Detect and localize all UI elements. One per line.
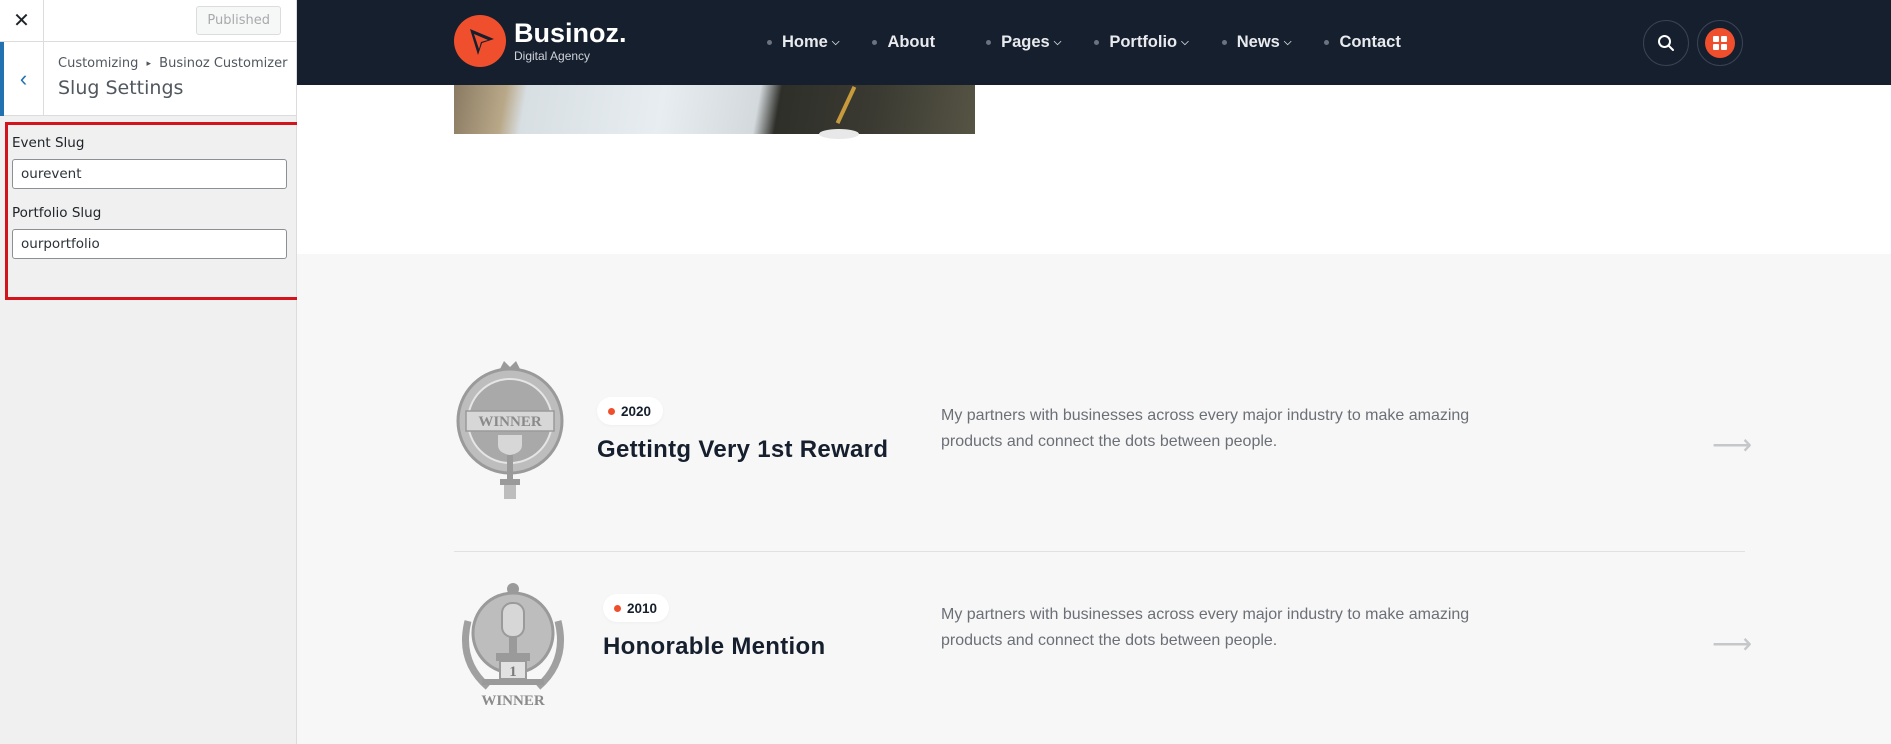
- close-icon[interactable]: ✕: [0, 0, 44, 42]
- customizer-sidebar: ✕ Published ‹ Customizing ▸ Businoz Cust…: [0, 0, 303, 744]
- chevron-left-icon[interactable]: ‹: [0, 42, 44, 116]
- grid-menu-icon: [1705, 28, 1735, 58]
- nav-dot: [1324, 40, 1330, 45]
- brand-name: Businoz.: [514, 17, 627, 48]
- site-logo[interactable]: Businoz. Digital Agency: [454, 15, 627, 67]
- nav-dot: [767, 40, 772, 45]
- breadcrumb-root: Customizing: [58, 56, 139, 71]
- customizer-topbar: ✕ Published: [0, 0, 296, 42]
- breadcrumb: Customizing ▸ Businoz Customizer: [58, 56, 287, 71]
- portfolio-slug-label: Portfolio Slug: [12, 205, 102, 221]
- grid-menu-button[interactable]: [1697, 20, 1743, 66]
- nav-label: News: [1236, 33, 1280, 51]
- award-item: WINNER 2020 Gettintg Very 1st Reward My …: [454, 359, 1752, 552]
- nav-label: Portfolio: [1109, 33, 1178, 51]
- awards-section: WINNER 2020 Gettintg Very 1st Reward My …: [297, 254, 1891, 744]
- published-button[interactable]: Published: [196, 6, 281, 35]
- nav-label: Pages: [1001, 33, 1050, 51]
- badge-number: 1: [509, 664, 517, 680]
- photo-detail: [819, 129, 859, 139]
- year-badge: 2010: [603, 594, 670, 622]
- winner-crest-icon: WINNER: [456, 361, 564, 499]
- badge-text: WINNER: [478, 414, 542, 430]
- nav-item-portfolio[interactable]: Portfolio ⌵: [1094, 33, 1189, 52]
- breadcrumb-separator: ▸: [146, 59, 152, 69]
- chevron-down-icon: ⌵: [831, 37, 840, 48]
- chevron-down-icon: ⌵: [1181, 37, 1189, 48]
- arrow-right-icon[interactable]: ⟶: [1712, 627, 1752, 660]
- main-nav: Home ⌵ About Pages ⌵ Portfolio ⌵ News ⌵ Cont…: [767, 0, 1434, 85]
- nav-dot: [1221, 40, 1227, 45]
- section-title: Slug Settings: [58, 77, 184, 99]
- award-title: Gettintg Very 1st Reward: [597, 436, 889, 463]
- section-header: ‹ Customizing ▸ Businoz Customizer Slug …: [0, 42, 296, 116]
- nav-dot: [872, 40, 878, 45]
- event-slug-input[interactable]: [12, 159, 287, 189]
- award-title: Honorable Mention: [603, 633, 826, 660]
- logo-mark-icon: [454, 15, 506, 67]
- nav-item-about[interactable]: About: [872, 33, 935, 52]
- nav-dot: [986, 40, 992, 45]
- portfolio-slug-input[interactable]: [12, 229, 287, 259]
- site-preview: Businoz. Digital Agency Home ⌵ About Page…: [297, 0, 1891, 744]
- search-button[interactable]: [1643, 20, 1689, 66]
- breadcrumb-parent: Businoz Customizer: [159, 56, 288, 71]
- search-icon: [1658, 35, 1674, 51]
- award-description: My partners with businesses across every…: [941, 606, 1470, 649]
- slug-controls-highlight: Event Slug Portfolio Slug: [5, 122, 303, 300]
- award-description: My partners with businesses across every…: [941, 407, 1470, 450]
- winner-trophy-laurel-icon: 1 WINNER: [462, 583, 564, 709]
- nav-label: About: [887, 33, 936, 51]
- nav-item-contact[interactable]: Contact: [1324, 33, 1401, 52]
- section-heading: Customizing ▸ Businoz Customizer Slug Se…: [44, 42, 287, 115]
- chevron-down-icon: ⌵: [1283, 37, 1292, 48]
- office-photo: [454, 85, 975, 139]
- year-badge: 2020: [597, 397, 664, 425]
- nav-item-news[interactable]: News ⌵: [1221, 33, 1292, 52]
- nav-label: Contact: [1339, 33, 1401, 51]
- arrow-right-icon[interactable]: ⟶: [1712, 428, 1752, 461]
- photo-detail: [835, 86, 857, 124]
- badge-text: WINNER: [481, 693, 545, 709]
- nav-dot: [1094, 40, 1100, 45]
- site-header: Businoz. Digital Agency Home ⌵ About Page…: [297, 0, 1891, 85]
- nav-item-home[interactable]: Home ⌵: [767, 33, 839, 52]
- chevron-down-icon: ⌵: [1053, 37, 1062, 48]
- nav-item-pages[interactable]: Pages ⌵: [986, 33, 1061, 52]
- event-slug-label: Event Slug: [12, 135, 85, 151]
- nav-label: Home: [782, 33, 828, 51]
- brand-tagline: Digital Agency: [514, 48, 591, 63]
- award-item: 1 WINNER 2010 Honorable Mention My partn…: [454, 552, 1752, 744]
